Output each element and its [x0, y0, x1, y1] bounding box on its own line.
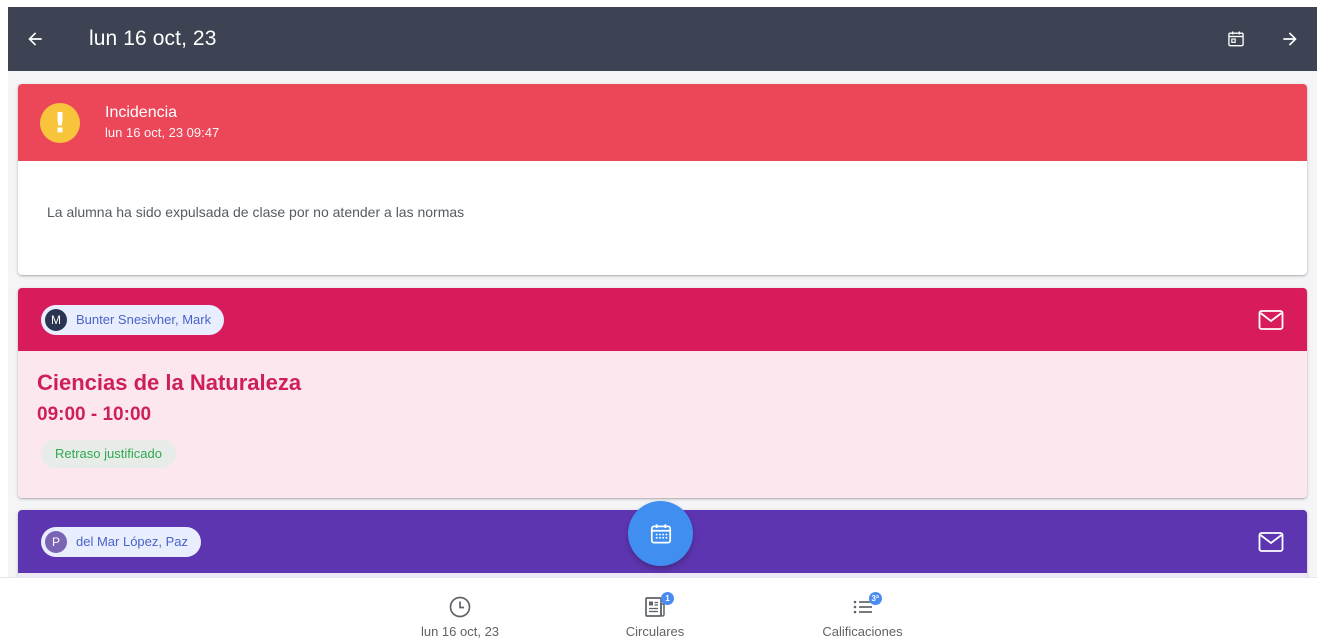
top-app-bar: lun 16 oct, 23	[8, 7, 1317, 71]
nav-item-today[interactable]: lun 16 oct, 23	[400, 578, 520, 642]
bottom-navigation: lun 16 oct, 23 1 Circulares 3ª E Calific…	[0, 577, 1317, 642]
teacher-name: del Mar López, Paz	[76, 534, 189, 549]
incident-datetime: lun 16 oct, 23 09:47	[105, 124, 220, 140]
calendar-picker-button[interactable]	[1209, 7, 1263, 71]
mail-icon	[1258, 531, 1284, 552]
clock-icon	[449, 596, 471, 618]
avatar: P	[45, 530, 67, 553]
nav-item-calificaciones[interactable]: 3ª E Calificaciones	[805, 578, 920, 642]
teacher-chip[interactable]: M Bunter Snesivher, Mark	[41, 304, 225, 335]
circulares-badge: 1	[661, 592, 674, 605]
warning-icon: !	[40, 102, 80, 143]
calendar-icon	[1228, 31, 1244, 47]
send-message-button[interactable]	[1257, 528, 1285, 556]
previous-day-button[interactable]	[8, 7, 62, 71]
calificaciones-badge: 3ª E	[868, 592, 882, 616]
nav-label-calificaciones: Calificaciones	[822, 624, 903, 639]
arrow-right-icon	[1283, 32, 1297, 46]
nav-label-circulares: Circulares	[625, 624, 685, 639]
next-day-button[interactable]	[1263, 7, 1317, 71]
mail-icon	[1258, 309, 1284, 330]
teacher-name: Bunter Snesivher, Mark	[76, 312, 212, 327]
page-title: lun 16 oct, 23	[89, 27, 217, 50]
avatar: M	[45, 308, 67, 331]
class-card-body: Ciencias de la Naturaleza 09:00 - 10:00 …	[18, 351, 1307, 498]
arrow-left-icon	[28, 32, 42, 46]
calendar-grid-icon	[650, 523, 671, 544]
class-card-header: M Bunter Snesivher, Mark	[18, 288, 1307, 351]
subject-title: Ciencias de la Naturaleza	[37, 370, 302, 395]
class-time: 09:00 - 10:00	[37, 404, 152, 425]
incident-title: Incidencia	[105, 103, 178, 121]
send-message-button[interactable]	[1257, 306, 1285, 334]
incident-message: La alumna ha sido expulsada de clase por…	[47, 204, 465, 220]
teacher-chip[interactable]: P del Mar López, Paz	[41, 526, 202, 557]
status-badge: Retraso justificado	[41, 440, 176, 468]
incident-card[interactable]: ! Incidencia lun 16 oct, 23 09:47 La alu…	[18, 84, 1307, 275]
app-frame: lun 16 oct, 23 ! Incidencia lun 16 oct, …	[0, 0, 1317, 642]
incident-header: ! Incidencia lun 16 oct, 23 09:47	[18, 84, 1307, 161]
nav-item-circulares[interactable]: 1 Circulares	[605, 578, 705, 642]
nav-label-today: lun 16 oct, 23	[420, 624, 500, 639]
calendar-fab-button[interactable]	[628, 501, 693, 566]
class-card[interactable]: M Bunter Snesivher, Mark Ciencias de la …	[18, 288, 1307, 498]
